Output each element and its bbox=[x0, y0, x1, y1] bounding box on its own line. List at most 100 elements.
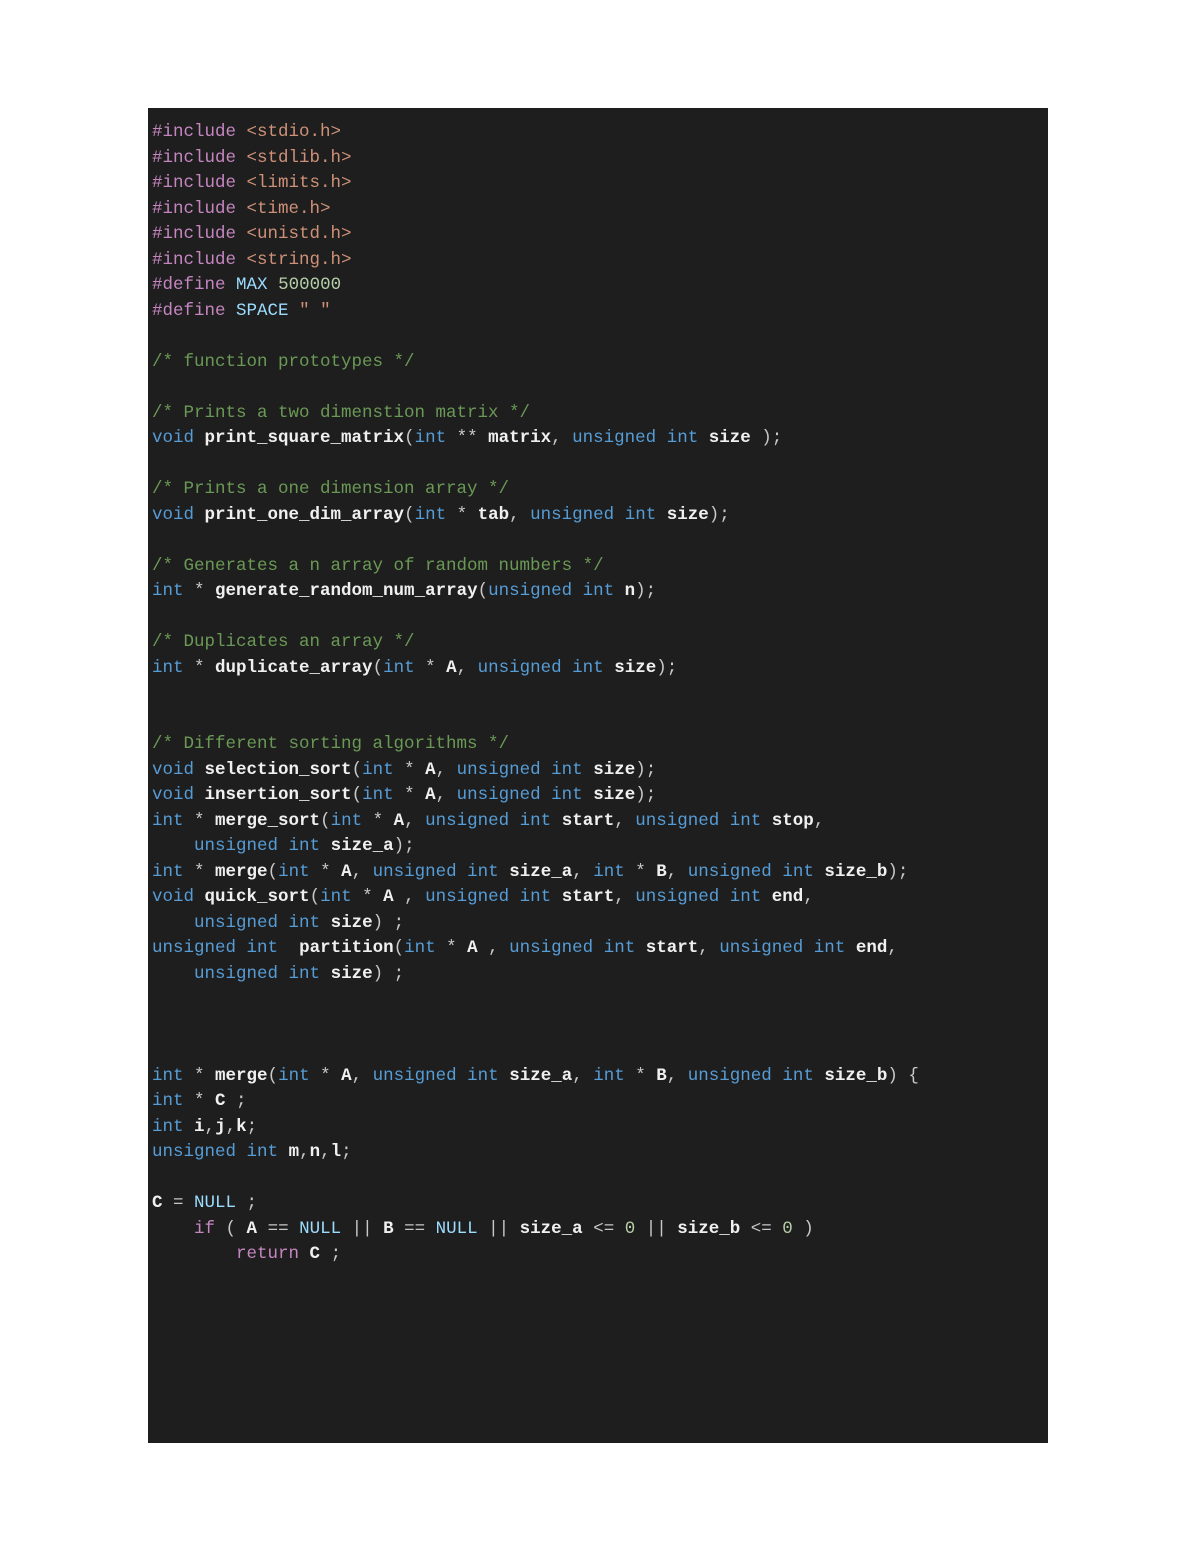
code-token: ; bbox=[236, 1193, 257, 1213]
code-token: unsigned bbox=[457, 760, 541, 780]
code-token bbox=[509, 887, 520, 907]
code-token bbox=[698, 428, 709, 448]
code-token: * bbox=[394, 760, 426, 780]
code-token: int bbox=[362, 760, 394, 780]
code-token: , bbox=[478, 938, 510, 958]
code-token: * bbox=[415, 658, 447, 678]
code-token bbox=[226, 301, 237, 321]
code-token: * bbox=[446, 505, 478, 525]
code-token: ; bbox=[226, 1091, 247, 1111]
code-token: B bbox=[383, 1219, 394, 1239]
code-token: #include bbox=[152, 250, 236, 270]
code-token: int bbox=[583, 581, 615, 601]
code-token: ) { bbox=[887, 1066, 919, 1086]
code-token: /* Prints a two dimenstion matrix */ bbox=[152, 403, 530, 423]
code-token: 0 bbox=[782, 1219, 793, 1239]
code-token: ); bbox=[709, 505, 730, 525]
code-token: tab bbox=[478, 505, 510, 525]
code-token: * bbox=[184, 1091, 216, 1111]
code-token: int bbox=[331, 811, 363, 831]
code-token bbox=[761, 811, 772, 831]
code-token: int bbox=[551, 760, 583, 780]
code-token: int bbox=[814, 938, 846, 958]
code-token bbox=[236, 122, 247, 142]
code-token: ; bbox=[320, 1244, 341, 1264]
code-token: unsigned bbox=[152, 938, 236, 958]
code-token: int bbox=[520, 811, 552, 831]
code-token bbox=[236, 1142, 247, 1162]
code-token bbox=[457, 862, 468, 882]
code-token: size bbox=[331, 964, 373, 984]
code-token: int bbox=[247, 938, 279, 958]
code-token: ) ; bbox=[373, 913, 405, 933]
code-token: unsigned bbox=[457, 785, 541, 805]
code-token bbox=[719, 887, 730, 907]
code-token bbox=[604, 658, 615, 678]
code-token: * bbox=[184, 811, 216, 831]
code-token bbox=[236, 199, 247, 219]
code-token: /* function prototypes */ bbox=[152, 352, 415, 372]
code-token: , bbox=[803, 887, 814, 907]
code-token: || bbox=[478, 1219, 520, 1239]
code-token: , bbox=[698, 938, 719, 958]
code-token: SPACE bbox=[236, 301, 289, 321]
code-token bbox=[152, 913, 194, 933]
code-token: MAX bbox=[236, 275, 268, 295]
code-token bbox=[278, 938, 299, 958]
code-token: <stdio.h> bbox=[247, 122, 342, 142]
code-token: int bbox=[415, 505, 447, 525]
code-token: ); bbox=[635, 785, 656, 805]
code-token: unsigned bbox=[688, 1066, 772, 1086]
code-token bbox=[551, 887, 562, 907]
code-token: unsigned bbox=[635, 811, 719, 831]
code-token bbox=[194, 760, 205, 780]
code-token: ); bbox=[656, 658, 677, 678]
code-token: * bbox=[625, 1066, 657, 1086]
code-token: C bbox=[215, 1091, 226, 1111]
code-token: int bbox=[467, 1066, 499, 1086]
code-token: #include bbox=[152, 173, 236, 193]
code-token: <stdlib.h> bbox=[247, 148, 352, 168]
code-token: int bbox=[404, 938, 436, 958]
code-token: int bbox=[730, 887, 762, 907]
code-token: , bbox=[404, 811, 425, 831]
code-token: int bbox=[467, 862, 499, 882]
code-token: int bbox=[289, 913, 321, 933]
code-token bbox=[761, 887, 772, 907]
code-token bbox=[562, 658, 573, 678]
code-token: stop bbox=[772, 811, 814, 831]
code-token: generate_random_num_array bbox=[215, 581, 478, 601]
code-token: size_a bbox=[509, 1066, 572, 1086]
code-token: int bbox=[625, 505, 657, 525]
code-token bbox=[289, 301, 300, 321]
code-token: unsigned bbox=[719, 938, 803, 958]
code-token: size bbox=[667, 505, 709, 525]
code-token: ( bbox=[352, 760, 363, 780]
code-token: <= bbox=[740, 1219, 782, 1239]
code-token: ( bbox=[404, 428, 415, 448]
code-token: , bbox=[667, 1066, 688, 1086]
source-code: #include <stdio.h> #include <stdlib.h> #… bbox=[152, 120, 1048, 1268]
code-token: int bbox=[289, 836, 321, 856]
code-token: , bbox=[436, 760, 457, 780]
code-token: , bbox=[887, 938, 898, 958]
code-token: int bbox=[152, 658, 184, 678]
code-token: size_b bbox=[824, 862, 887, 882]
code-token: unsigned bbox=[194, 964, 278, 984]
code-token: ( bbox=[352, 785, 363, 805]
code-token: size bbox=[331, 913, 373, 933]
code-token bbox=[184, 1117, 195, 1137]
code-token: return bbox=[236, 1244, 299, 1264]
code-token: insertion_sort bbox=[205, 785, 352, 805]
code-token: n bbox=[310, 1142, 321, 1162]
code-token bbox=[614, 505, 625, 525]
code-token bbox=[278, 964, 289, 984]
code-token: int bbox=[593, 1066, 625, 1086]
code-token: B bbox=[656, 1066, 667, 1086]
code-token: , bbox=[457, 658, 478, 678]
document-page: #include <stdio.h> #include <stdlib.h> #… bbox=[0, 0, 1200, 1553]
code-token: unsigned bbox=[478, 658, 562, 678]
code-token bbox=[194, 887, 205, 907]
code-token: /* Duplicates an array */ bbox=[152, 632, 415, 652]
code-token: A bbox=[341, 862, 352, 882]
